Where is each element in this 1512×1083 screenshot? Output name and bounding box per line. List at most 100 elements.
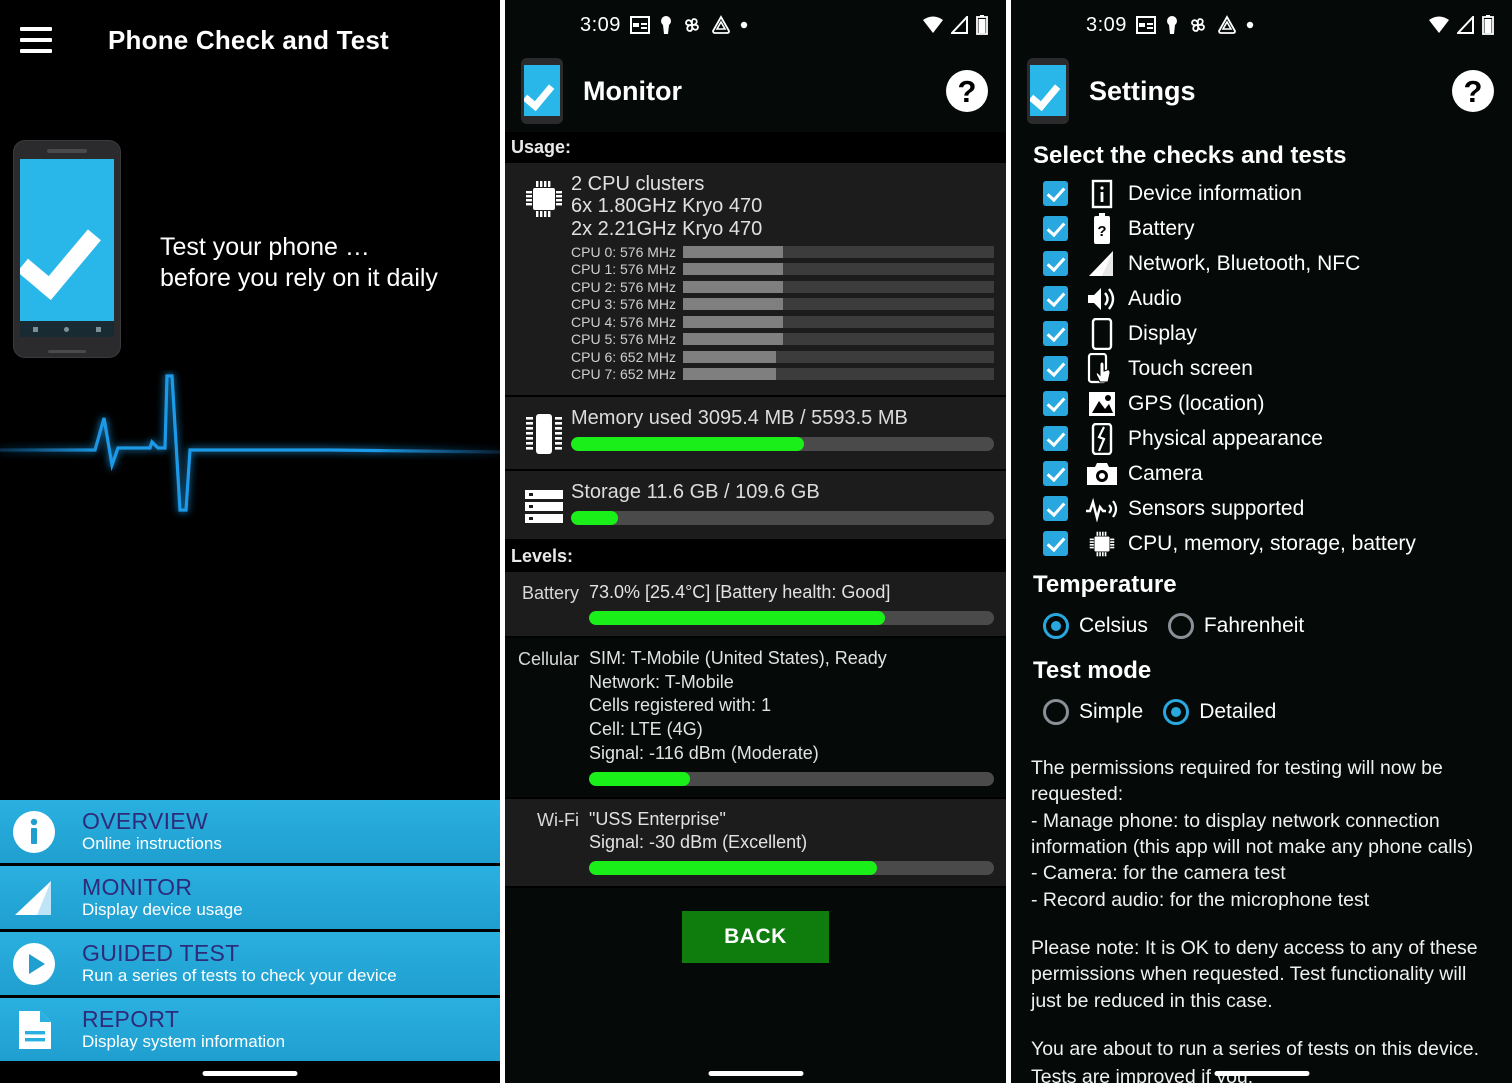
check-row-touch-screen[interactable]: Touch screen	[1025, 351, 1498, 386]
menu-item-overview[interactable]: OVERVIEW Online instructions	[0, 800, 500, 863]
cpu-core-label: CPU 5: 576 MHz	[571, 331, 677, 348]
play-circle-icon	[8, 938, 60, 990]
app-phone-check-icon	[521, 58, 563, 124]
back-nav-icon	[33, 326, 39, 332]
help-icon[interactable]: ?	[946, 70, 988, 112]
check-label: Network, Bluetooth, NFC	[1128, 251, 1361, 275]
cpu-cluster-1: 6x 1.80GHz Kryo 470	[571, 195, 763, 218]
cellular-cell-type: Cell: LTE (4G)	[589, 719, 703, 740]
check-row-gps-location[interactable]: GPS (location)	[1025, 386, 1498, 421]
menu-item-guided-test[interactable]: GUIDED TEST Run a series of tests to che…	[0, 932, 500, 995]
battery-status-text: 73.0% [25.4°C] [Battery health: Good]	[589, 582, 891, 603]
check-row-audio[interactable]: Audio	[1025, 281, 1498, 316]
radio-simple-label: Simple	[1079, 700, 1144, 723]
checkbox[interactable]	[1043, 356, 1068, 381]
home-app-bar: Phone Check and Test	[0, 0, 500, 80]
cellular-cells: Cells registered with: 1	[589, 695, 772, 716]
battery-icon	[1482, 15, 1494, 35]
check-label: Touch screen	[1128, 356, 1253, 380]
home-indicator[interactable]	[202, 1071, 298, 1076]
menu-title: OVERVIEW	[82, 807, 208, 834]
phone-chin	[48, 350, 86, 353]
check-label: Sensors supported	[1128, 496, 1305, 520]
recents-nav-icon	[95, 326, 101, 332]
cpu-cluster-2: 2x 2.21GHz Kryo 470	[571, 217, 763, 240]
radio-detailed[interactable]	[1163, 699, 1190, 725]
check-label: CPU, memory, storage, battery	[1128, 531, 1416, 555]
phone-screen	[20, 159, 114, 337]
check-label: Display	[1128, 321, 1197, 345]
help-icon[interactable]: ?	[1452, 70, 1494, 112]
radio-celsius[interactable]	[1043, 613, 1069, 639]
storage-drive-icon	[517, 481, 571, 527]
menu-title: GUIDED TEST	[82, 939, 240, 966]
checkbox[interactable]	[1043, 496, 1068, 521]
menu-subtitle: Display device usage	[82, 899, 243, 919]
hamburger-menu-icon[interactable]	[20, 27, 52, 53]
cellular-label: Cellular	[517, 648, 579, 669]
checkbox[interactable]	[1043, 181, 1068, 206]
checkbox[interactable]	[1043, 531, 1068, 556]
check-row-physical-appearance[interactable]: Physical appearance	[1025, 421, 1498, 456]
check-row-battery[interactable]: ? Battery	[1025, 211, 1498, 246]
checks-list: Device information? Battery Network, Bluet…	[1025, 176, 1498, 561]
menu-item-monitor[interactable]: MONITOR Display device usage	[0, 866, 500, 929]
cracked-phone-icon	[1084, 422, 1120, 455]
cellular-sim: SIM: T-Mobile (United States), Ready	[589, 647, 887, 668]
wifi-icon	[923, 16, 943, 33]
home-indicator[interactable]	[1214, 1071, 1309, 1076]
wifi-level-row: Wi-Fi "USS Enterprise" Signal: -30 dBm (…	[505, 798, 1006, 889]
checkbox[interactable]	[1043, 216, 1068, 241]
document-icon	[8, 1004, 60, 1056]
checkbox[interactable]	[1043, 391, 1068, 416]
info-circle-icon	[8, 806, 60, 858]
menu-item-report[interactable]: REPORT Display system information	[0, 998, 500, 1061]
home-nav-icon	[64, 326, 70, 332]
checkbox[interactable]	[1043, 426, 1068, 451]
menu-subtitle: Run a series of tests to check your devi…	[82, 965, 397, 985]
cpu-core-label: CPU 3: 576 MHz	[571, 296, 677, 313]
status-bar: 3:09	[505, 0, 1006, 50]
back-button-area: BACK	[505, 888, 1006, 964]
check-row-camera[interactable]: Camera	[1025, 456, 1498, 491]
pinwheel-icon	[1191, 18, 1205, 32]
calendar-icon	[1135, 16, 1156, 34]
radio-fahrenheit[interactable]	[1167, 613, 1194, 639]
radio-celsius-label: Celsius	[1079, 614, 1148, 637]
panel-home: Phone Check and Test Test your phone … b…	[0, 0, 500, 1083]
pinwheel-icon	[685, 18, 699, 32]
signal-bars-icon	[1084, 250, 1120, 278]
display-icon	[1084, 317, 1120, 350]
home-indicator[interactable]	[708, 1071, 803, 1076]
check-row-device-information[interactable]: Device information	[1025, 176, 1498, 211]
storage-progress-bar	[571, 511, 994, 526]
check-row-network-bluetooth-nfc[interactable]: Network, Bluetooth, NFC	[1025, 246, 1498, 281]
cpu-clusters: 2 CPU clusters	[571, 173, 705, 195]
cpu-core-bar	[683, 368, 994, 381]
battery-progress-bar	[589, 610, 994, 625]
touch-screen-icon	[1084, 352, 1120, 385]
radio-simple[interactable]	[1043, 699, 1069, 725]
menu-title: REPORT	[82, 1005, 180, 1032]
checkbox[interactable]	[1043, 461, 1068, 486]
battery-question-icon: ?	[1084, 212, 1120, 245]
key-icon	[1166, 16, 1177, 34]
hero-section: Test your phone … before you rely on it …	[0, 80, 500, 410]
check-row-sensors-supported[interactable]: Sensors supported	[1025, 491, 1498, 526]
cpu-core-bar	[683, 245, 994, 258]
checkbox[interactable]	[1043, 286, 1068, 311]
checkbox[interactable]	[1043, 251, 1068, 276]
panel-settings: 3:09 Settings ? Select the checks and te…	[1011, 0, 1512, 1083]
cpu-core-bar	[683, 263, 994, 276]
tagline-line-1: Test your phone …	[160, 233, 370, 261]
wifi-progress-bar	[589, 861, 994, 876]
radio-detailed-label: Detailed	[1199, 700, 1277, 723]
about-to-run-text: You are about to run a series of tests o…	[1031, 1037, 1480, 1060]
cellular-signal-icon	[951, 16, 968, 34]
check-row-display[interactable]: Display	[1025, 316, 1498, 351]
check-label: GPS (location)	[1128, 391, 1265, 415]
checkbox[interactable]	[1043, 321, 1068, 346]
back-button[interactable]: BACK	[682, 911, 829, 964]
app-phone-check-icon	[1027, 58, 1069, 124]
check-row-cpu-memory-storage-battery[interactable]: CPU, memory, storage, battery	[1025, 526, 1498, 561]
